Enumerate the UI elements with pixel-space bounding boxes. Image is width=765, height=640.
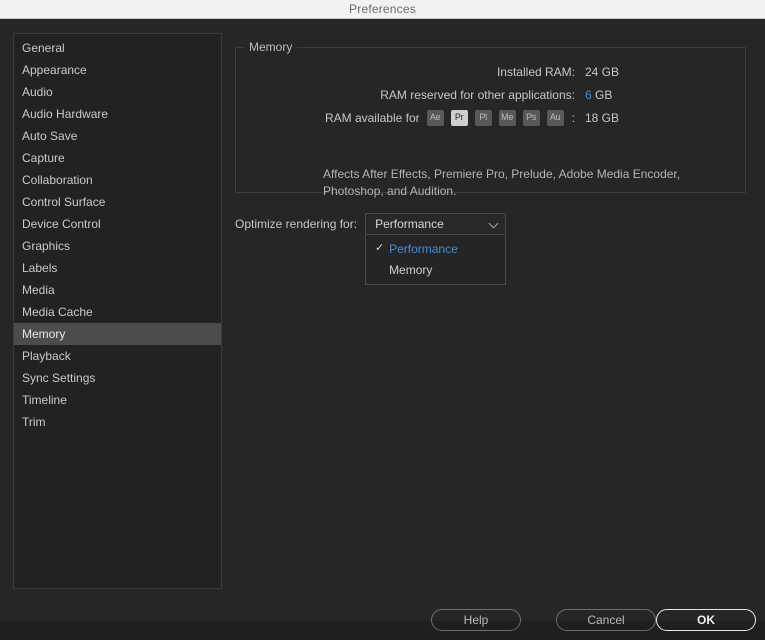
cancel-button[interactable]: Cancel	[556, 609, 656, 631]
app-badge-ps-icon: Ps	[522, 109, 540, 126]
app-badge-pl-icon: Pl	[474, 109, 492, 126]
memory-groupbox-title: Memory	[244, 40, 298, 54]
optimize-rendering-select-wrap: Performance ✓ Performance Memory	[365, 213, 507, 285]
preferences-dialog-body: General Appearance Audio Audio Hardware Auto…	[0, 19, 765, 631]
optimize-rendering-row: Optimize rendering for: Performance ✓ Per…	[235, 213, 507, 285]
reserved-ram-number: 6	[585, 87, 592, 102]
memory-groupbox: Memory Installed RAM: 24 GB RAM reserved…	[235, 40, 747, 198]
window-title: Preferences	[349, 2, 416, 16]
sidebar-item-timeline[interactable]: Timeline	[14, 389, 221, 411]
app-badge-pr-icon: Pr	[450, 109, 468, 126]
optimize-rendering-label: Optimize rendering for:	[235, 217, 358, 231]
available-ram-value: 18 GB	[585, 110, 620, 125]
reserved-ram-label: RAM reserved for other applications:	[380, 87, 575, 102]
optimize-rendering-dropdown[interactable]: ✓ Performance Memory	[365, 235, 507, 285]
preferences-category-sidebar[interactable]: General Appearance Audio Audio Hardware Auto…	[13, 33, 222, 589]
reserved-ram-unit: GB	[595, 87, 613, 102]
checkmark-icon: ✓	[374, 242, 385, 254]
optimize-rendering-select[interactable]: Performance	[365, 213, 507, 235]
sidebar-item-media-cache[interactable]: Media Cache	[14, 301, 221, 323]
sidebar-item-general[interactable]: General	[14, 37, 221, 59]
app-badge-au-icon: Au	[546, 109, 564, 126]
sidebar-item-auto-save[interactable]: Auto Save	[14, 125, 221, 147]
window-titlebar: Preferences	[0, 0, 765, 19]
sidebar-item-trim[interactable]: Trim	[14, 411, 221, 433]
installed-ram-label: Installed RAM:	[496, 64, 575, 79]
available-ram-row: RAM available for Ae Pr Pl Me Ps Au : 18 GB	[236, 106, 747, 129]
ok-button[interactable]: OK	[656, 609, 756, 631]
sidebar-item-appearance[interactable]: Appearance	[14, 59, 221, 81]
dropdown-option-memory[interactable]: Memory	[366, 259, 505, 280]
sidebar-item-graphics[interactable]: Graphics	[14, 235, 221, 257]
sidebar-item-audio-hardware[interactable]: Audio Hardware	[14, 103, 221, 125]
app-badge-ae-icon: Ae	[426, 109, 444, 126]
chevron-down-icon	[489, 219, 499, 229]
help-button[interactable]: Help	[431, 609, 521, 631]
dropdown-option-performance[interactable]: ✓ Performance	[366, 238, 505, 259]
sidebar-item-memory[interactable]: Memory	[14, 323, 221, 345]
dialog-footer: Help Cancel OK	[0, 589, 765, 640]
sidebar-item-device-control[interactable]: Device Control	[14, 213, 221, 235]
installed-ram-value: 24 GB	[585, 64, 620, 79]
sidebar-item-labels[interactable]: Labels	[14, 257, 221, 279]
optimize-rendering-selected-value: Performance	[375, 217, 444, 231]
reserved-ram-value[interactable]: 6 GB	[575, 88, 633, 102]
dropdown-option-label: Memory	[389, 262, 433, 277]
sidebar-item-capture[interactable]: Capture	[14, 147, 221, 169]
sidebar-item-collaboration[interactable]: Collaboration	[14, 169, 221, 191]
dropdown-option-label: Performance	[389, 241, 458, 256]
sidebar-item-playback[interactable]: Playback	[14, 345, 221, 367]
app-badge-strip: Ae Pr Pl Me Ps Au	[426, 109, 564, 126]
available-ram-label: RAM available for	[324, 110, 420, 125]
sidebar-item-sync-settings[interactable]: Sync Settings	[14, 367, 221, 389]
installed-ram-row: Installed RAM: 24 GB	[236, 60, 747, 83]
sidebar-item-audio[interactable]: Audio	[14, 81, 221, 103]
app-badge-me-icon: Me	[498, 109, 516, 126]
memory-settings-panel: Memory Installed RAM: 24 GB RAM reserved…	[235, 33, 747, 589]
affects-note: Affects After Effects, Premiere Pro, Pre…	[323, 167, 681, 198]
sidebar-item-control-surface[interactable]: Control Surface	[14, 191, 221, 213]
memory-info-rows: Installed RAM: 24 GB RAM reserved for ot…	[236, 60, 747, 129]
sidebar-item-media[interactable]: Media	[14, 279, 221, 301]
reserved-ram-row: RAM reserved for other applications: 6 G…	[236, 83, 747, 106]
